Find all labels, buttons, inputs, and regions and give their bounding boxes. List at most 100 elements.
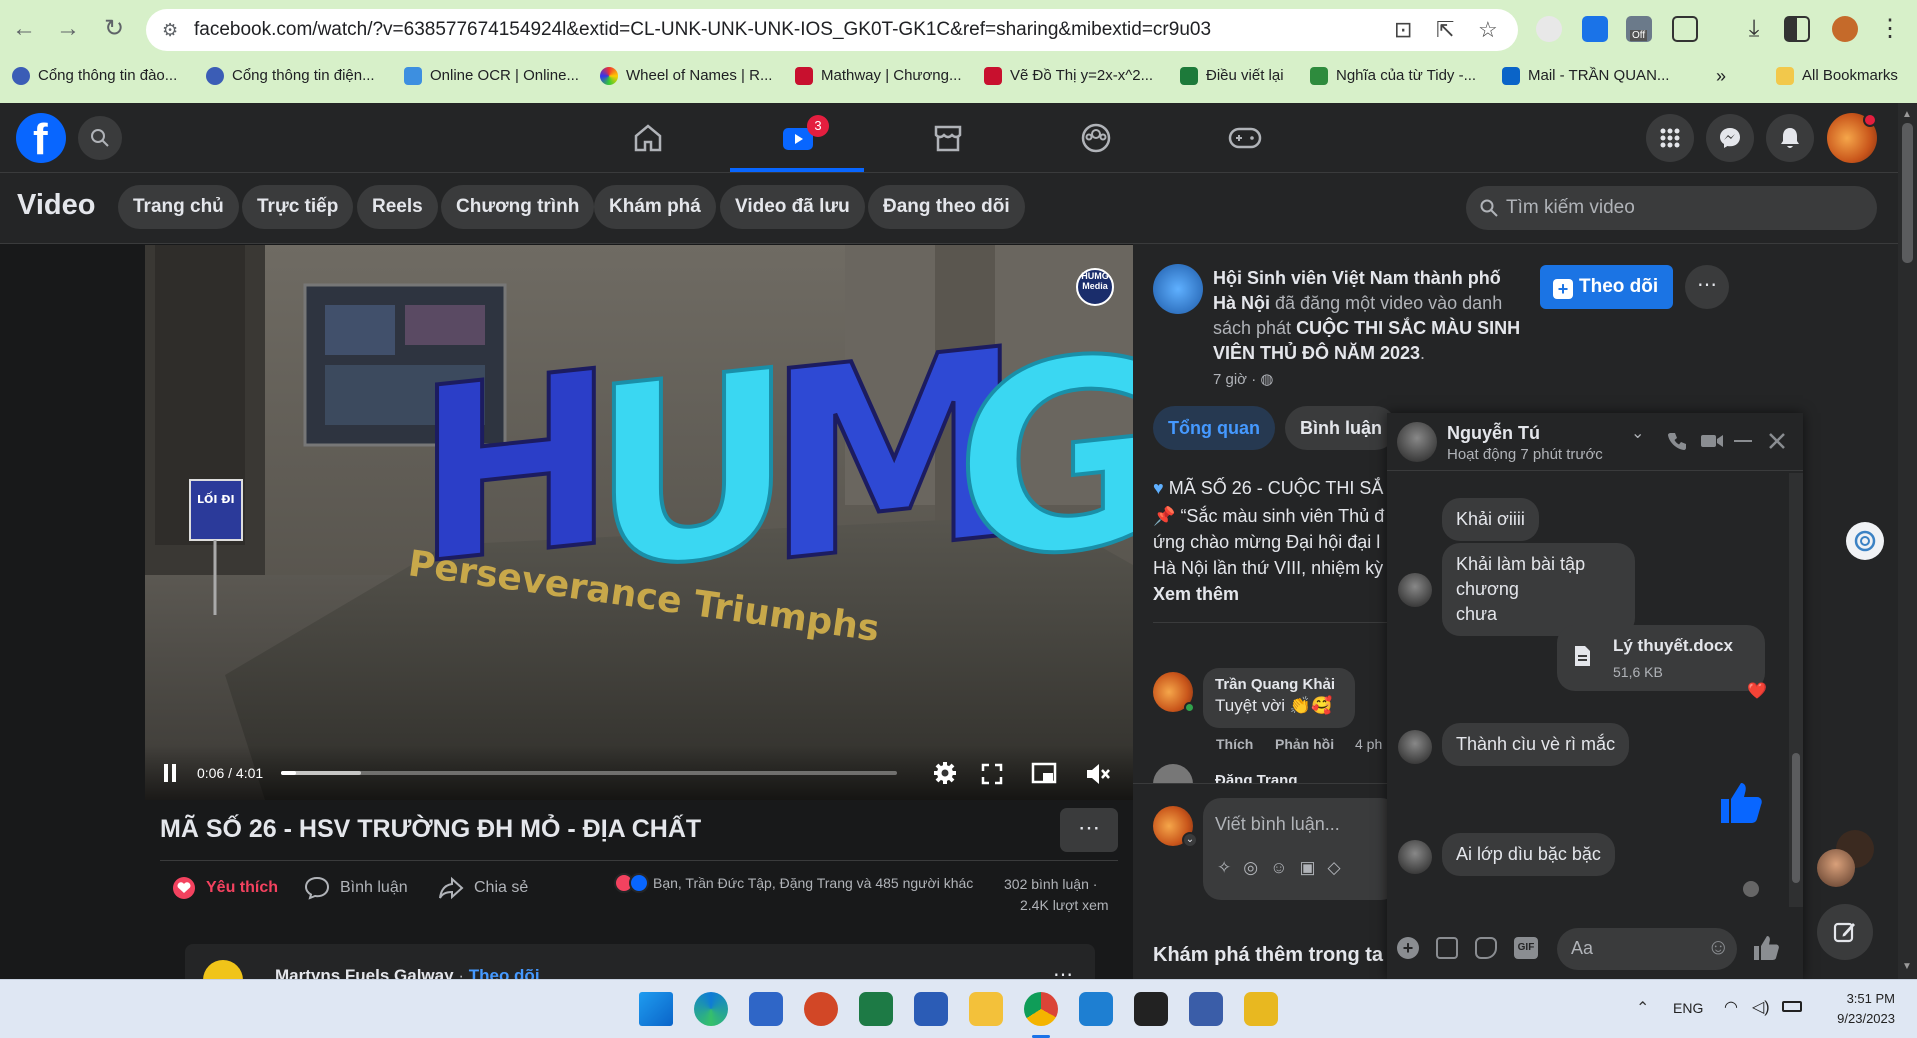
avatar-sticker-icon[interactable]: ✧ [1217,858,1231,878]
file-explorer-icon[interactable] [969,992,1003,1026]
mute-icon[interactable] [1085,761,1111,787]
site-info-icon[interactable]: ⚙ [162,9,178,51]
clock-date[interactable]: 9/23/2023 [1820,1011,1895,1026]
tab-overview[interactable]: Tổng quan [1153,406,1275,450]
store-icon[interactable] [749,992,783,1026]
app-icon[interactable] [1244,992,1278,1026]
tab-reels[interactable]: Reels [357,185,438,229]
reaction-icons[interactable]: Bạn, Trần Đức Tập, Đặng Trang và 485 ngư… [614,873,973,893]
search-icon[interactable] [78,116,122,160]
emoji-icon[interactable]: ☺ [1270,858,1287,878]
facebook-logo-icon[interactable]: f [16,113,66,164]
tab-following[interactable]: Đang theo dõi [868,185,1025,229]
start-icon[interactable] [639,992,673,1026]
extension-drop-icon[interactable] [1582,16,1608,42]
comment-like-link[interactable]: Thích [1216,736,1253,752]
new-message-icon[interactable] [1817,904,1873,960]
messenger-icon[interactable] [1706,114,1754,162]
all-bookmarks[interactable]: All Bookmarks [1776,64,1898,88]
thumbs-up-send-icon[interactable] [1752,934,1780,962]
minimize-icon[interactable] [1734,440,1752,442]
tab-explore[interactable]: Khám phá [594,185,716,229]
file-attachment[interactable]: Lý thuyết.docx 51,6 KB [1557,625,1765,691]
word-icon[interactable] [914,992,948,1026]
edge-icon[interactable] [694,992,728,1026]
volume-icon[interactable]: ◁) [1752,997,1770,1017]
gif-icon[interactable]: ▣ [1299,858,1315,878]
battery-icon[interactable] [1782,1001,1802,1012]
app-icon[interactable] [1189,992,1223,1026]
video-more-button[interactable]: ⋯ [1060,808,1118,852]
write-comment-box[interactable]: Viết bình luận... ✧ ◎ ☺ ▣ ◇ [1203,798,1399,900]
wifi-icon[interactable]: ◠ [1724,997,1738,1017]
language-indicator[interactable]: ENG [1673,1000,1703,1016]
sticker-icon[interactable] [1475,937,1497,959]
gaming-nav-icon[interactable] [1180,103,1310,173]
bookmark-9[interactable]: Mail - TRẦN QUAN... [1502,64,1669,88]
video-nav-icon[interactable]: 3 [733,103,863,173]
clock-time[interactable]: 3:51 PM [1842,991,1895,1006]
page-avatar[interactable] [1153,264,1203,314]
settings-gear-icon[interactable] [933,761,957,785]
notifications-bell-icon[interactable] [1766,114,1814,162]
address-bar[interactable]: ⚙ facebook.com/watch/?v=638577674154924l… [146,9,1518,51]
home-nav-icon[interactable] [583,103,713,173]
chevron-down-icon[interactable]: ⌄ [1631,423,1644,443]
share-button[interactable]: Chia sẻ [438,876,528,900]
bookmark-6[interactable]: Vẽ Đồ Thị y=2x-x^2... [984,64,1153,88]
chrome-icon[interactable] [1024,992,1058,1026]
picture-in-picture-icon[interactable] [1031,762,1057,786]
share-icon[interactable]: ⇱ [1436,9,1454,51]
powerpoint-icon[interactable] [804,992,838,1026]
commenter-avatar[interactable] [1153,764,1193,784]
page-scrollbar[interactable]: ▲ ▼ [1898,103,1917,979]
progress-bar[interactable] [281,771,897,775]
add-icon[interactable]: + [1397,937,1419,959]
excel-icon[interactable] [859,992,893,1026]
extensions-puzzle-icon[interactable] [1672,16,1698,42]
download-icon[interactable]: ⤓ [1738,13,1770,45]
groups-nav-icon[interactable] [1031,103,1161,173]
playlist-link[interactable]: CUỘC THI SẮC MÀU SINH [1296,318,1520,338]
install-icon[interactable]: ⊡ [1394,9,1412,51]
contact-name[interactable]: Nguyễn Tú [1447,423,1540,444]
side-panel-icon[interactable] [1784,16,1810,42]
video-call-icon[interactable] [1700,431,1724,451]
bookmark-4[interactable]: Wheel of Names | R... [600,64,772,88]
post-options-icon[interactable]: ⋯ [1685,265,1729,309]
like-button[interactable]: Yêu thích [172,876,278,900]
notion-icon[interactable] [1134,992,1168,1026]
menu-grid-icon[interactable] [1646,114,1694,162]
bookmark-star-icon[interactable]: ☆ [1478,9,1498,51]
tab-shows[interactable]: Chương trình [441,185,595,229]
page-name[interactable]: Hội Sinh viên Việt Nam thành phố [1213,268,1501,288]
bookmark-7[interactable]: Điều viết lại [1180,64,1284,88]
tab-saved-videos[interactable]: Video đã lưu [720,185,865,229]
profile-avatar[interactable] [1832,16,1858,42]
video-search-input[interactable]: Tìm kiếm video [1466,186,1877,230]
bookmark-3[interactable]: Online OCR | Online... [404,64,579,88]
phone-call-icon[interactable] [1667,431,1687,451]
tab-home[interactable]: Trang chủ [118,185,239,229]
bookmark-1[interactable]: Cổng thông tin đào... [12,64,177,88]
vscode-icon[interactable] [1079,992,1113,1026]
sticker-icon[interactable]: ◎ [1243,858,1258,878]
comment-button[interactable]: Bình luận [304,876,408,900]
chevron-down-icon[interactable]: ⌄ [1182,832,1198,848]
bookmarks-overflow[interactable]: » [1716,64,1726,88]
image-icon[interactable] [1436,937,1458,959]
comments-count[interactable]: 302 bình luận · [1004,876,1097,892]
chat-head-avatar[interactable] [1817,849,1855,887]
bookmark-5[interactable]: Mathway | Chương... [795,64,962,88]
chat-scrollbar[interactable] [1789,473,1803,907]
marketplace-nav-icon[interactable] [883,103,1013,173]
extension-off-icon[interactable]: Off [1626,16,1652,42]
see-more-link[interactable]: Xem thêm [1153,581,1387,607]
gif-icon[interactable]: GIF [1514,937,1538,959]
bookmark-8[interactable]: Nghĩa của từ Tidy -... [1310,64,1476,88]
comment-reply-link[interactable]: Phản hồi [1275,736,1334,752]
account-avatar[interactable] [1827,113,1877,163]
back-icon[interactable]: ← [8,13,40,45]
close-icon[interactable] [1767,431,1787,451]
tab-live[interactable]: Trực tiếp [242,185,354,229]
